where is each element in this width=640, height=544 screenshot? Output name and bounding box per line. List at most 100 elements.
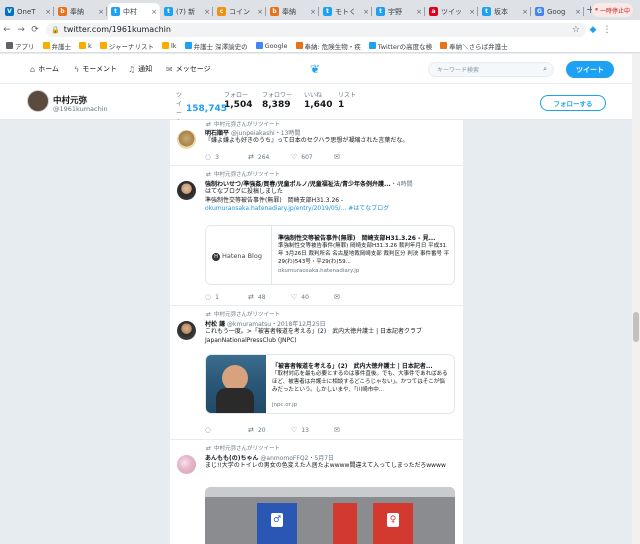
bookmark-item[interactable]: アプリ: [6, 41, 35, 51]
avatar[interactable]: [177, 181, 196, 200]
dm-button[interactable]: ✉: [334, 153, 377, 161]
follow-button[interactable]: フォローする: [540, 95, 606, 111]
browser-tab[interactable]: a ツイッ ×: [426, 3, 478, 20]
close-icon[interactable]: ×: [308, 8, 316, 16]
bookmarks-bar: アプリ 弁護士 k ジャーナリスト lk 弁護士 深澤諭史の Google 奉納: 危険生物・…: [0, 39, 640, 53]
profile-stat[interactable]: フォロー 1,504: [224, 90, 252, 110]
avatar[interactable]: [177, 130, 196, 149]
browser-tab[interactable]: b 奉納 ×: [55, 3, 107, 20]
tweet-time[interactable]: ・2018年12月25日: [271, 321, 326, 328]
retweet-button[interactable]: ⇄ 264: [248, 153, 291, 161]
lightning-icon: ϟ: [74, 64, 80, 74]
tweet-link[interactable]: okumuraosaka.hatenadiary.jp/entry/2019/0…: [205, 205, 346, 212]
scrollbar[interactable]: [632, 54, 640, 544]
search-input[interactable]: キーワード検索 ⌕: [428, 62, 554, 77]
link-card[interactable]: H Hatena Blog 準強制性交等被告事件(無罪) 岡崎支部H31.3.26…: [205, 225, 455, 285]
tweet[interactable]: ⇄ 中村元弥さんがリツイート 明石順平 @junpeiakashi・13時間 『嫌…: [170, 120, 463, 166]
tweet-author-handle[interactable]: @junpeiakashi: [231, 130, 275, 137]
tweet-time[interactable]: ・4時間: [391, 181, 413, 188]
bookmark-item[interactable]: k: [79, 42, 92, 50]
tweet-text: 『嫌よ嫌よも好きのうち』って日本のセクハラ思想が凝縮された言葉だな。: [205, 137, 409, 144]
bookmark-item[interactable]: 奉納: 危険生物・疾: [295, 41, 361, 51]
reply-button[interactable]: ◌ 1: [205, 293, 248, 301]
nav-home[interactable]: ⌂ ホーム: [30, 64, 59, 74]
nav-messages[interactable]: ✉ メッセージ: [166, 64, 211, 74]
tweet-text: これもう一度。>「被害者報道を考える」(2) 武内大徳弁護士 | 日本記者クラブ…: [205, 328, 423, 344]
close-icon[interactable]: ×: [96, 8, 104, 16]
profile-stat[interactable]: リスト 1: [338, 90, 356, 110]
browser-tab[interactable]: t モトく ×: [320, 3, 372, 20]
bookmark-item[interactable]: 弁護士 深澤諭史の: [184, 41, 248, 51]
retweet-button[interactable]: ⇄ 20: [248, 426, 291, 434]
reply-button[interactable]: ◌ 3: [205, 153, 248, 161]
tweet-button[interactable]: ツイート: [566, 61, 614, 78]
bookmark-icon: [161, 42, 169, 49]
hashtag-link[interactable]: #はてなブログ: [348, 205, 389, 212]
bookmark-item[interactable]: 弁護士: [42, 41, 71, 51]
bookmark-item[interactable]: Google: [255, 42, 288, 50]
avatar[interactable]: [177, 321, 196, 340]
dm-button[interactable]: ✉: [334, 426, 377, 434]
avatar[interactable]: [27, 90, 49, 112]
browser-tab[interactable]: t 中村 ×: [108, 3, 160, 20]
tweet-time[interactable]: ・13時間: [275, 130, 301, 137]
reply-button[interactable]: ◌: [205, 426, 248, 434]
avatar[interactable]: [177, 455, 196, 474]
nav-notifications[interactable]: ♫ 通知: [128, 64, 152, 74]
browser-tab[interactable]: V OneT ×: [2, 3, 54, 20]
tweet[interactable]: ⇄ 中村元弥さんがリツイート 村松 謙 @kmuramatsu・2018年12月2…: [170, 307, 463, 440]
close-icon[interactable]: ×: [149, 8, 157, 16]
close-icon[interactable]: ×: [467, 8, 475, 16]
retweet-icon: ⇄: [248, 426, 254, 434]
tweet[interactable]: ⇄ 中村元弥さんがリツイート あんもも(の)ちゃん @anmomoFFQ2・5月7…: [170, 441, 463, 544]
tweet-author-name[interactable]: 村松 謙: [205, 321, 225, 328]
bookmark-item[interactable]: lk: [161, 42, 177, 50]
profile-paused-badge[interactable]: ⏸ 一時停止中: [592, 3, 634, 17]
close-icon[interactable]: ×: [43, 8, 51, 16]
profile-stat[interactable]: いいね 1,640: [304, 90, 332, 110]
tweet-author-handle[interactable]: @kmuramatsu: [227, 321, 271, 328]
extension-icon[interactable]: ◆: [586, 25, 600, 35]
reload-icon[interactable]: ⟳: [28, 25, 42, 35]
reply-icon: ◌: [205, 153, 212, 161]
scrollbar-thumb[interactable]: [633, 312, 639, 342]
browser-tab[interactable]: b 奉納 ×: [267, 3, 319, 20]
tweet[interactable]: ⇄ 中村元弥さんがリツイート 強制わいせつ/準強姦/買春/児童ポルノ/児童福祉法/…: [170, 167, 463, 306]
browser-tab[interactable]: t 坂本 ×: [479, 3, 531, 20]
tweet-author-handle[interactable]: @anmomoFFQ2: [260, 455, 308, 462]
close-icon[interactable]: ×: [573, 8, 581, 16]
profile-stat[interactable]: フォロワー 8,389: [262, 90, 292, 110]
browser-tab[interactable]: G Goog ×: [532, 3, 584, 20]
forward-icon[interactable]: →: [14, 25, 28, 35]
retweet-button[interactable]: ⇄ 48: [248, 293, 291, 301]
tweet-time[interactable]: ・5月7日: [308, 455, 334, 462]
bookmark-item[interactable]: Twitterの高度な検: [368, 41, 433, 51]
tweet-author-name[interactable]: あんもも(の)ちゃん: [205, 455, 259, 462]
bookmark-item[interactable]: ジャーナリスト: [99, 41, 154, 51]
bookmark-star-icon[interactable]: ☆: [572, 25, 580, 35]
like-button[interactable]: ♡ 13: [291, 426, 334, 434]
close-icon[interactable]: ×: [255, 8, 263, 16]
url-input[interactable]: 🔒 twitter.com/1961kumachin ☆: [46, 22, 586, 37]
browser-tab[interactable]: t 宇野 ×: [373, 3, 425, 20]
close-icon[interactable]: ×: [520, 8, 528, 16]
back-icon[interactable]: ←: [0, 25, 14, 35]
tweet-photo[interactable]: ♂ ♀: [205, 487, 455, 544]
twitter-bird-icon[interactable]: ❦: [310, 62, 320, 76]
bookmark-item[interactable]: 奉納＼さらば弁護士: [440, 41, 508, 51]
tweet-author-name[interactable]: 強制わいせつ/準強姦/買春/児童ポルノ/児童福祉法/青少年条例弁護...: [205, 179, 391, 188]
browser-tab[interactable]: c コイン ×: [214, 3, 266, 20]
browser-tab[interactable]: t (7) 新 ×: [161, 3, 213, 20]
link-card[interactable]: 「被害者報道を考える」(2) 武内大徳弁護士 | 日本記者... 「取材対応を最…: [205, 354, 455, 414]
bookmark-label: Twitterの高度な検: [377, 42, 433, 51]
close-icon[interactable]: ×: [414, 8, 422, 16]
like-button[interactable]: ♡ 607: [291, 153, 334, 161]
tweet-author-name[interactable]: 明石順平: [205, 130, 229, 137]
woman-sign-icon: ♀: [387, 513, 399, 527]
like-button[interactable]: ♡ 40: [291, 293, 334, 301]
close-icon[interactable]: ×: [202, 8, 210, 16]
nav-moments[interactable]: ϟ モーメント: [74, 64, 117, 74]
menu-icon[interactable]: ⋮: [600, 25, 614, 35]
dm-button[interactable]: ✉: [334, 293, 377, 301]
close-icon[interactable]: ×: [361, 8, 369, 16]
